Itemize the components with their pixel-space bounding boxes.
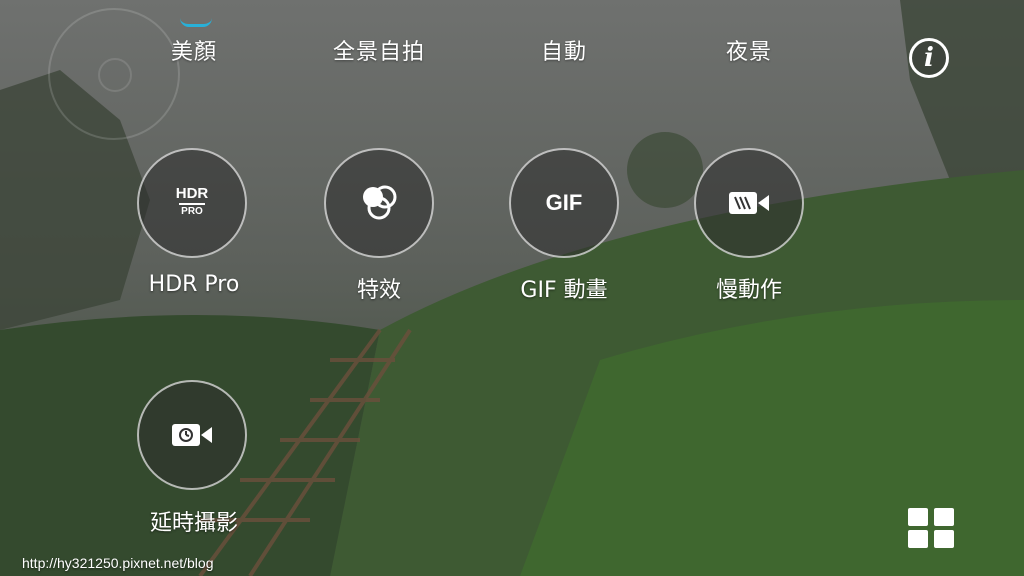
camera-dial-overlay bbox=[48, 8, 180, 140]
mode-button-time-lapse[interactable] bbox=[137, 380, 247, 490]
mode-label-effects: 特效 bbox=[356, 278, 402, 303]
slow-motion-icon bbox=[729, 192, 769, 214]
gif-icon: GIF bbox=[545, 190, 583, 215]
grid-menu-icon[interactable] bbox=[908, 508, 956, 548]
info-icon[interactable]: i bbox=[909, 38, 949, 78]
mode-tab-selfie-panorama[interactable]: 全景自拍 bbox=[333, 34, 425, 66]
effects-icon bbox=[363, 185, 397, 220]
mode-button-effects[interactable] bbox=[324, 148, 434, 258]
mode-tab-night[interactable]: 夜景 bbox=[726, 34, 772, 66]
hdr-pro-icon: HDR PRO bbox=[175, 185, 209, 217]
mode-label-hdr-pro: HDR Pro bbox=[148, 272, 240, 297]
mode-button-hdr-pro[interactable]: HDR PRO bbox=[137, 148, 247, 258]
mode-label-gif: GIF 動畫 bbox=[520, 278, 608, 303]
mode-tab-beauty[interactable]: 美顏 bbox=[171, 34, 217, 66]
mode-button-slow-motion[interactable] bbox=[694, 148, 804, 258]
mode-tab-auto[interactable]: 自動 bbox=[541, 34, 587, 66]
mode-button-gif[interactable]: GIF bbox=[509, 148, 619, 258]
selected-mode-indicator bbox=[180, 18, 212, 27]
mode-label-slow-motion: 慢動作 bbox=[715, 278, 783, 303]
time-lapse-icon bbox=[172, 424, 212, 446]
watermark-text: http://hy321250.pixnet.net/blog bbox=[22, 555, 214, 571]
mode-label-time-lapse: 延時攝影 bbox=[149, 511, 239, 536]
